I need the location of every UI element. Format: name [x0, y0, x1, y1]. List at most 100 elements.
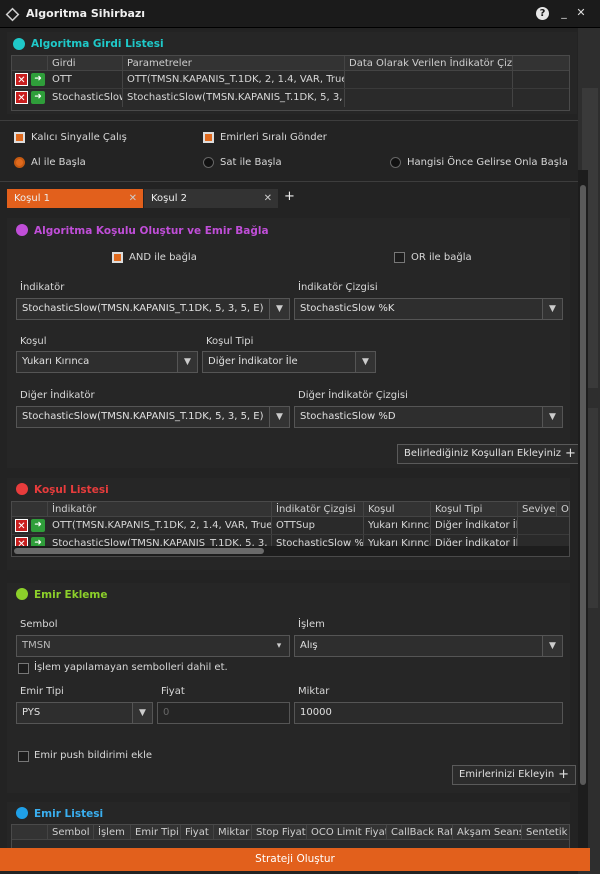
create-strategy-button[interactable]: Strateji Oluştur [0, 848, 590, 871]
condition-select[interactable]: Yukarı Kırınca ▼ [16, 351, 198, 373]
edit-row-icon[interactable]: ➜ [31, 519, 45, 532]
help-icon[interactable]: ? [536, 7, 549, 20]
col-indicator[interactable]: İndikatör [48, 502, 272, 516]
chevron-down-icon[interactable]: ▼ [542, 407, 562, 427]
col-indicator-line[interactable]: İndikatör Çizgisi [272, 502, 364, 516]
either-start-radio[interactable] [390, 157, 401, 168]
chevron-down-icon[interactable]: ▼ [542, 636, 562, 656]
other-indicator-select[interactable]: StochasticSlow(TMSN.KAPANIS_T.1DK, 5, 3,… [16, 406, 290, 428]
other-line-value: StochasticSlow %D [300, 411, 396, 422]
include-untradeable-checkbox[interactable] [18, 663, 29, 674]
order-section: Emir Ekleme Sembol TMSN ▾ İşlem Alış ▼ İ… [7, 583, 577, 793]
header-spacer [12, 56, 48, 70]
chevron-down-icon[interactable]: ▾ [269, 636, 289, 656]
price-input[interactable]: 0 [157, 702, 290, 724]
tab-close-icon[interactable]: ✕ [264, 189, 272, 208]
other-indicator-label: Diğer İndikatör [20, 390, 95, 401]
sell-start-radio[interactable] [203, 157, 214, 168]
plus-icon: + [558, 767, 570, 782]
push-notification-checkbox[interactable] [18, 751, 29, 762]
algorithm-wizard-window: Algoritma Sihirbazı ? _ ✕ Algoritma Gird… [0, 0, 600, 874]
plus-icon: + [565, 446, 576, 461]
chevron-down-icon[interactable]: ▼ [542, 299, 562, 319]
condition-list-hscroll[interactable] [12, 546, 569, 556]
sequential-orders-checkbox[interactable] [203, 132, 214, 143]
delete-row-icon[interactable]: ✕ [15, 73, 28, 86]
divider [0, 181, 578, 182]
row-girdi: StochasticSlow [48, 89, 123, 107]
chevron-down-icon[interactable]: ▼ [269, 407, 289, 427]
condition-value: Yukarı Kırınca [22, 356, 90, 367]
add-order-button[interactable]: Emirlerinizi Ekleyin + [452, 765, 577, 785]
vertical-scrollbar-thumb[interactable] [580, 185, 586, 785]
condition-list-section: Koşul Listesi İndikatör İndikatör Çizgis… [7, 478, 570, 570]
edit-row-icon[interactable]: ➜ [31, 73, 45, 86]
table-row[interactable]: ✕ ➜ OTT(TMSN.KAPANIS_T.1DK, 2, 1.4, VAR,… [12, 517, 569, 535]
tab-kosul-1[interactable]: Koşul 1 ✕ [7, 189, 143, 208]
persistent-signal-checkbox[interactable] [14, 132, 25, 143]
col-oco-limit[interactable]: OCO Limit Fiyatı [307, 825, 387, 839]
row-condition: Yukarı Kırınca [364, 517, 431, 534]
buy-start-radio[interactable] [14, 157, 25, 168]
app-logo-icon [5, 7, 20, 22]
col-girdi[interactable]: Girdi [48, 56, 123, 70]
indicator-select[interactable]: StochasticSlow(TMSN.KAPANIS_T.1DK, 5, 3,… [16, 298, 290, 320]
col-callback-rate[interactable]: CallBack Rate [387, 825, 453, 839]
col-condition[interactable]: Koşul [364, 502, 431, 516]
col-sentetik[interactable]: Sentetik [522, 825, 571, 839]
indicator-line-label: İndikatör Çizgisi [298, 282, 378, 293]
col-condition-type[interactable]: Koşul Tipi [431, 502, 518, 516]
action-select[interactable]: Alış ▼ [294, 635, 563, 657]
table-row[interactable]: ✕ ➜ OTT OTT(TMSN.KAPANIS_T.1DK, 2, 1.4, … [12, 71, 569, 89]
tab-kosul-2[interactable]: Koşul 2 ✕ [144, 189, 278, 208]
order-list-header: Sembol İşlem Emir Tipi Fiyat Miktar Stop… [12, 825, 569, 840]
delete-row-icon[interactable]: ✕ [15, 91, 28, 104]
indicator-line-select[interactable]: StochasticSlow %K ▼ [294, 298, 563, 320]
col-sembol[interactable]: Sembol [48, 825, 94, 839]
include-untradeable-label: İşlem yapılamayan sembolleri dahil et. [34, 662, 228, 673]
other-indicator-value: StochasticSlow(TMSN.KAPANIS_T.1DK, 5, 3,… [22, 411, 264, 422]
col-aksam-seansi[interactable]: Akşam Seansı [453, 825, 522, 839]
col-o[interactable]: O [557, 502, 571, 516]
order-type-select[interactable]: PYS ▼ [16, 702, 153, 724]
chevron-down-icon[interactable]: ▼ [132, 703, 152, 723]
condition-label: Koşul [20, 336, 47, 347]
col-fiyat[interactable]: Fiyat [181, 825, 214, 839]
row-indicator: OTT(TMSN.KAPANIS_T.1DK, 2, 1.4, VAR, Tru… [48, 517, 272, 534]
indicator-value: StochasticSlow(TMSN.KAPANIS_T.1DK, 5, 3,… [22, 303, 264, 314]
tab-close-icon[interactable]: ✕ [129, 189, 137, 208]
col-emir-tipi[interactable]: Emir Tipi [131, 825, 181, 839]
add-condition-button[interactable]: Belirlediğiniz Koşulları Ekleyiniz + [397, 444, 583, 464]
col-miktar[interactable]: Miktar [214, 825, 252, 839]
chevron-down-icon[interactable]: ▼ [177, 352, 197, 372]
add-tab-button[interactable]: + [284, 189, 295, 204]
table-row[interactable]: ✕ ➜ StochasticSlow StochasticSlow(TMSN.K… [12, 89, 569, 107]
col-stop-fiyati[interactable]: Stop Fiyatı [252, 825, 307, 839]
row-param: StochasticSlow(TMSN.KAPANIS_T.1DK, 5, 3,… [123, 89, 345, 107]
tab-label: Koşul 2 [151, 193, 188, 204]
row-data [345, 89, 513, 107]
and-checkbox[interactable] [112, 252, 123, 263]
qty-input[interactable]: 10000 [294, 702, 563, 724]
header-spacer [12, 825, 48, 839]
buy-start-label: Al ile Başla [31, 157, 86, 168]
edit-row-icon[interactable]: ➜ [31, 91, 45, 104]
col-islem[interactable]: İşlem [94, 825, 131, 839]
other-line-select[interactable]: StochasticSlow %D ▼ [294, 406, 563, 428]
or-label: OR ile bağla [411, 252, 472, 263]
or-checkbox[interactable] [394, 252, 405, 263]
order-title: Emir Ekleme [34, 589, 108, 601]
col-data-line[interactable]: Data Olarak Verilen İndikatör Çizgisi [345, 56, 513, 70]
minimize-button[interactable]: _ [557, 6, 571, 20]
chevron-down-icon[interactable]: ▼ [269, 299, 289, 319]
symbol-select[interactable]: TMSN ▾ [16, 635, 290, 657]
divider [0, 120, 578, 121]
hscroll-thumb[interactable] [14, 548, 264, 554]
col-parametreler[interactable]: Parametreler [123, 56, 345, 70]
chevron-down-icon[interactable]: ▼ [355, 352, 375, 372]
condition-type-select[interactable]: Diğer İndikator İle ▼ [202, 351, 376, 373]
condition-title: Algoritma Koşulu Oluştur ve Emir Bağla [34, 225, 269, 237]
delete-row-icon[interactable]: ✕ [15, 519, 28, 532]
col-level[interactable]: Seviye [518, 502, 557, 516]
close-button[interactable]: ✕ [574, 6, 588, 20]
